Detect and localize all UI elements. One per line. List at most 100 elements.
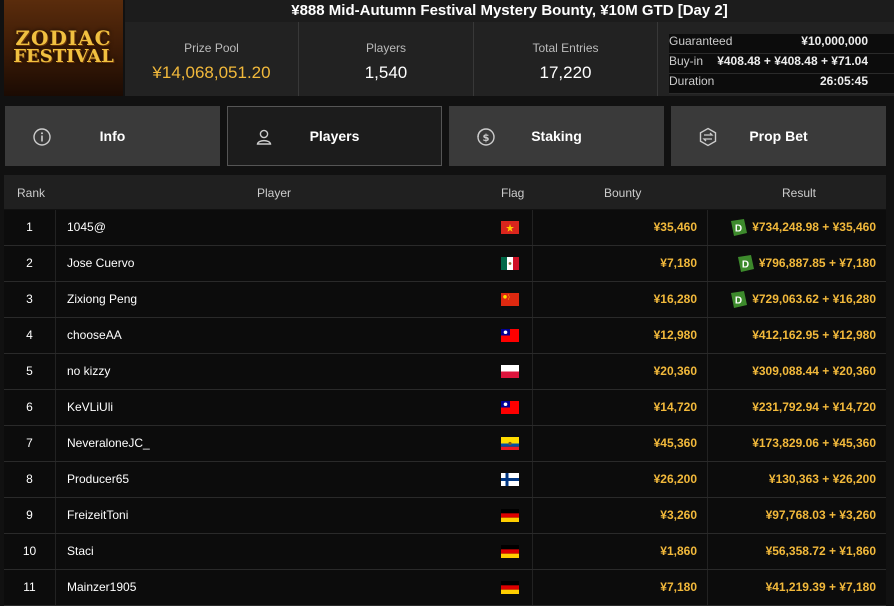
tab-players[interactable]: Players [227,106,442,166]
table-row[interactable]: 11 Mainzer1905 ¥7,180 ¥41,219.39 + ¥7,180 [4,570,886,606]
germany-flag-icon [501,581,519,594]
rank-cell: 10 [4,534,56,569]
rank-cell: 3 [4,282,56,317]
total-entries-stat: Total Entries 17,220 [474,22,658,96]
table-row[interactable]: 2 Jose Cuervo ¥7,180 D ¥796,887.85 + ¥7,180 [4,246,886,282]
tab-prop-bet-label: Prop Bet [749,128,808,144]
player-name[interactable]: Jose Cuervo [55,246,490,281]
result-value: ¥796,887.85 + ¥7,180 [758,256,876,270]
player-name[interactable]: Staci [55,534,490,569]
player-name[interactable]: FreizeitToni [55,498,490,533]
result-cell: ¥309,088.44 + ¥20,360 [708,354,886,389]
table-row[interactable]: 7 NeveraloneJC_ ¥45,360 ¥173,829.06 + ¥45,3… [4,426,886,462]
taiwan-flag-icon [501,329,519,342]
flag-cell [490,390,533,425]
prize-pool-value: ¥14,068,051.20 [152,63,271,82]
info-icon [33,128,51,146]
rank-cell: 5 [4,354,56,389]
table-header: Rank Player Flag Bounty Result [4,175,886,373]
svg-text:D: D [735,223,742,234]
mexico-flag-icon [501,257,519,270]
duration-value: 26:05:45 [819,74,868,88]
total-entries-label: Total Entries [532,41,599,55]
buyin-value: ¥408.48 + ¥408.48 + ¥71.04 [717,54,868,68]
result-value: ¥173,829.06 + ¥45,360 [752,436,876,450]
result-value: ¥729,063.62 + ¥16,280 [752,292,876,306]
table-row[interactable]: 5 no kizzy ¥20,360 ¥309,088.44 + ¥20,360 [4,354,886,390]
prize-pool-stat: Prize Pool ¥14,068,051.20 [125,22,299,96]
table-row[interactable]: 8 Producer65 ¥26,200 ¥130,363 + ¥26,200 [4,462,886,498]
bounty-cell: ¥7,180 [532,570,708,605]
result-value: ¥734,248.98 + ¥35,460 [752,220,876,234]
bounty-cell: ¥20,360 [532,354,708,389]
rank-cell: 2 [4,246,56,281]
logo-line-2: FESTIVAL [13,46,114,67]
tab-staking[interactable]: $ Staking [449,106,664,166]
table-row[interactable]: 1 1045@ ¥35,460 D ¥734,248.98 + ¥35,460 [4,210,886,246]
total-entries-value: 17,220 [539,63,592,82]
player-name[interactable]: chooseAA [55,318,490,353]
china-flag-icon [501,293,519,306]
svg-text:$: $ [483,133,490,144]
flag-cell [490,534,533,569]
result-value: ¥130,363 + ¥26,200 [768,472,876,486]
result-cell: D ¥796,887.85 + ¥7,180 [708,246,886,281]
flag-cell [490,246,533,281]
bounty-cell: ¥3,260 [532,498,708,533]
player-name[interactable]: KeVLiUli [55,390,490,425]
tab-players-label: Players [309,128,360,144]
germany-flag-icon [501,545,519,558]
bounty-cell: ¥14,720 [532,390,708,425]
player-name[interactable]: no kizzy [55,354,490,389]
flag-cell [490,498,533,533]
header-player[interactable]: Player [257,186,291,200]
rank-cell: 9 [4,498,56,533]
result-cell: ¥41,219.39 + ¥7,180 [708,570,886,605]
tab-info-label: Info [99,128,126,144]
result-cell: ¥231,792.94 + ¥14,720 [708,390,886,425]
tournament-details: Guaranteed ¥10,000,000 Buy-in ¥408.48 + ¥4… [669,34,894,94]
staking-icon: $ [477,128,495,146]
bounty-cell: ¥7,180 [532,246,708,281]
svg-text:D: D [735,295,742,306]
players-stat: Players 1,540 [299,22,474,96]
table-row[interactable]: 3 Zixiong Peng ¥16,280 D ¥729,063.62 + ¥16,2… [4,282,886,318]
table-row[interactable]: 10 Staci ¥1,860 ¥56,358.72 + ¥1,860 [4,534,886,570]
bounty-badge-icon: D [737,254,754,272]
rank-cell: 4 [4,318,56,353]
table-row[interactable]: 4 chooseAA ¥12,980 ¥412,162.95 + ¥12,980 [4,318,886,354]
table-row[interactable]: 6 KeVLiUli ¥14,720 ¥231,792.94 + ¥14,720 [4,390,886,426]
result-cell: ¥56,358.72 + ¥1,860 [708,534,886,569]
header-result[interactable]: Result [782,186,816,200]
header-bounty[interactable]: Bounty [604,186,641,200]
players-value: 1,540 [364,63,408,82]
result-value: ¥309,088.44 + ¥20,360 [752,364,876,378]
tab-prop-bet[interactable]: Prop Bet [671,106,886,166]
bounty-cell: ¥1,860 [532,534,708,569]
tournament-title: ¥888 Mid-Autumn Festival Mystery Bounty,… [125,0,894,22]
player-name[interactable]: Zixiong Peng [55,282,490,317]
result-cell: ¥173,829.06 + ¥45,360 [708,426,886,461]
guaranteed-value: ¥10,000,000 [801,34,868,48]
finland-flag-icon [501,473,519,486]
player-name[interactable]: Producer65 [55,462,490,497]
prop-bet-icon [699,127,717,147]
result-value: ¥231,792.94 + ¥14,720 [752,400,876,414]
flag-cell [490,318,533,353]
player-name[interactable]: Mainzer1905 [55,570,490,605]
result-cell: D ¥734,248.98 + ¥35,460 [708,210,886,245]
header-rank[interactable]: Rank [17,186,45,200]
flag-cell [490,354,533,389]
rank-cell: 7 [4,426,56,461]
player-name[interactable]: 1045@ [55,210,490,245]
duration-label: Duration [669,74,715,88]
header-flag[interactable]: Flag [501,186,524,200]
tab-info[interactable]: Info [5,106,220,166]
tournament-logo: ZODIAC FESTIVAL [4,0,123,96]
prize-pool-label: Prize Pool [184,41,239,55]
player-name[interactable]: NeveraloneJC_ [55,426,490,461]
result-value: ¥412,162.95 + ¥12,980 [752,328,876,342]
result-value: ¥97,768.03 + ¥3,260 [765,508,876,522]
result-cell: ¥130,363 + ¥26,200 [708,462,886,497]
table-row[interactable]: 9 FreizeitToni ¥3,260 ¥97,768.03 + ¥3,260 [4,498,886,534]
